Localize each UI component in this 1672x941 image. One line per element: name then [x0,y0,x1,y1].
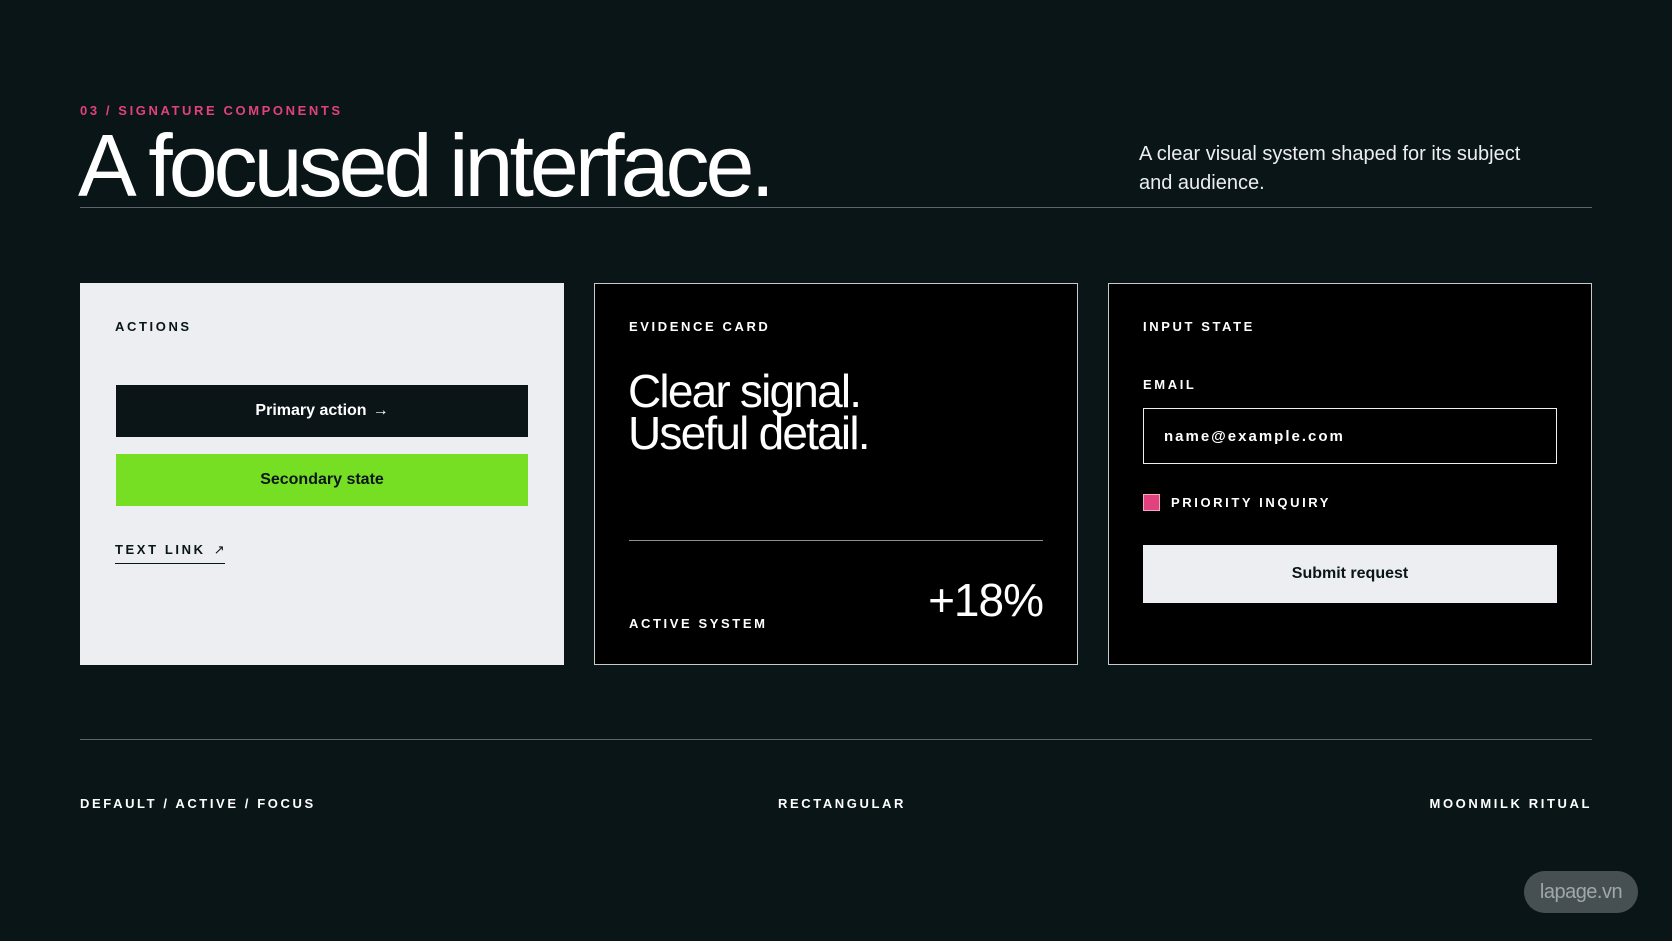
footer-divider [80,739,1592,740]
submit-request-button[interactable]: Submit request [1143,545,1557,603]
arrow-right-icon: → [372,402,389,419]
evidence-headline-line-1: Clear signal. [628,365,862,417]
page-description: A clear visual system shaped for its sub… [1139,143,1521,194]
secondary-state-button[interactable]: Secondary state [116,454,528,506]
priority-inquiry-label: PRIORITY INQUIRY [1171,495,1332,510]
components-page: 03 / SIGNATURE COMPONENTS A focused inte… [78,0,1592,941]
footer-shape: RECTANGULAR [778,796,907,811]
evidence-metric: +18% [928,574,1044,626]
watermark-badge: lapage.vn [1524,871,1638,913]
actions-card: ACTIONS Primary action → Secondary state… [80,283,564,665]
page-title: A focused interface. [78,116,775,215]
arrow-up-right-icon: ↗ [213,542,225,557]
evidence-headline-line-2: Useful detail. [628,407,871,459]
footer-states: DEFAULT / ACTIVE / FOCUS [80,796,316,811]
footer-brand: MOONMILK RITUAL [1429,796,1592,811]
evidence-headline: Clear signal. Useful detail. [628,365,871,459]
evidence-card-label: EVIDENCE CARD [629,319,771,334]
priority-inquiry-option[interactable]: PRIORITY INQUIRY [1143,494,1331,511]
secondary-state-label: Secondary state [260,471,384,488]
input-state-card: INPUT STATE EMAIL PRIORITY INQUIRY Submi… [1108,283,1592,665]
evidence-card: EVIDENCE CARD Clear signal. Useful detai… [594,283,1078,665]
text-link-label: TEXT LINK [115,542,206,557]
evidence-divider [629,540,1043,541]
email-field[interactable] [1143,408,1557,464]
text-link[interactable]: TEXT LINK ↗ [115,542,225,564]
submit-request-label: Submit request [1291,565,1409,582]
email-field-label: EMAIL [1143,377,1197,392]
evidence-status: ACTIVE SYSTEM [629,616,768,631]
primary-action-label: Primary action [255,402,367,419]
priority-inquiry-checkbox[interactable] [1143,494,1160,511]
header-divider [80,207,1592,208]
input-state-card-label: INPUT STATE [1143,319,1255,334]
primary-action-button[interactable]: Primary action → [116,385,528,437]
actions-card-label: ACTIONS [115,319,192,334]
